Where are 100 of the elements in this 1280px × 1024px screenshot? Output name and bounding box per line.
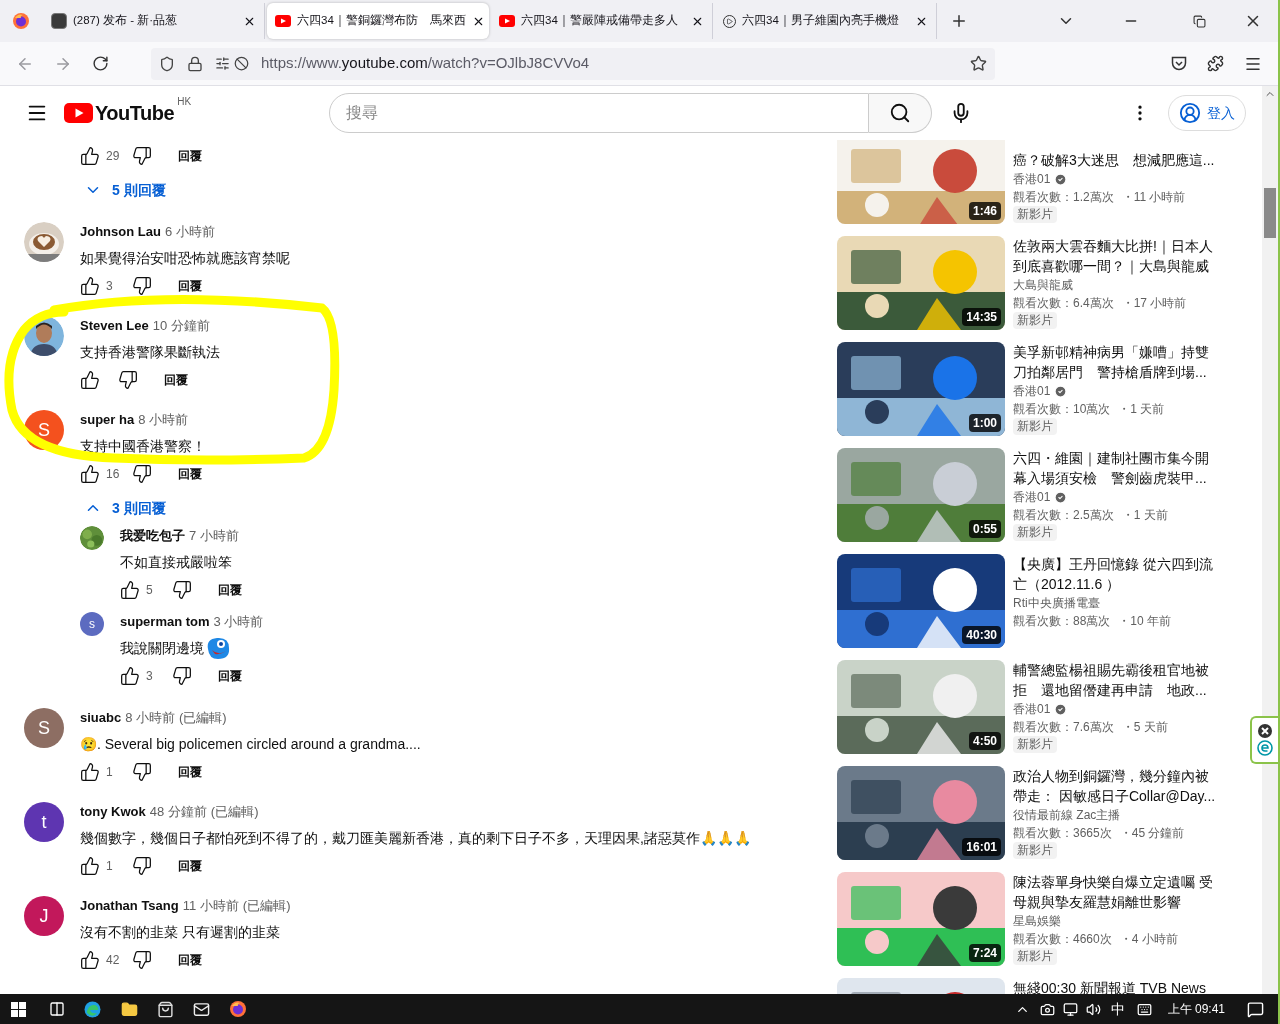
channel-name[interactable]: 星島娛樂: [1013, 912, 1061, 930]
search-field[interactable]: 搜尋: [329, 93, 870, 133]
video-title[interactable]: 刀拍鄰居門 警持槍盾牌到場...: [1013, 362, 1228, 382]
mail-icon[interactable]: [193, 1000, 210, 1018]
channel-name[interactable]: 香港01: [1013, 700, 1051, 718]
comment-time[interactable]: 48 分鐘前: [149, 802, 207, 822]
like-button[interactable]: [78, 854, 102, 878]
browser-tab[interactable]: (287) 发布 - 新·品葱: [43, 3, 265, 39]
comment-time[interactable]: 10 分鐘前: [152, 316, 210, 336]
comment-time[interactable]: 8 小時前: [138, 410, 189, 430]
like-button[interactable]: [78, 368, 102, 392]
close-circle-icon[interactable]: [1258, 724, 1272, 738]
reply-button[interactable]: 回覆: [174, 143, 206, 169]
firefox-logo-icon[interactable]: [229, 1000, 247, 1018]
file-explorer-icon[interactable]: [121, 1000, 138, 1018]
like-button[interactable]: [78, 760, 102, 784]
video-title[interactable]: 拒 還地留僭建再申請 地政...: [1013, 680, 1228, 700]
replies-toggle[interactable]: 5 則回覆: [80, 172, 166, 208]
comment-author[interactable]: siuabc: [80, 708, 122, 728]
restore-icon[interactable]: [1193, 14, 1206, 28]
comment-author[interactable]: superman tom: [120, 612, 210, 632]
comment-author[interactable]: super ha: [80, 410, 135, 430]
video-title[interactable]: 母親與摯友羅慧娟離世影響: [1013, 892, 1228, 912]
channel-name[interactable]: 香港01: [1013, 170, 1051, 188]
video-title[interactable]: 癌？破解3大迷思 想減肥應這...: [1013, 150, 1228, 170]
video-title[interactable]: 輔警總監楊祖賜先霸後租官地被: [1013, 660, 1228, 680]
comment-author[interactable]: 我爱吃包子: [120, 526, 185, 546]
address-bar[interactable]: https://www.youtube.com/watch?v=OJlbJ8CVVo4: [151, 47, 995, 80]
channel-name[interactable]: 大島與龍威: [1013, 276, 1073, 294]
comment-time[interactable]: 6 小時前: [164, 222, 215, 242]
camera-icon[interactable]: [1039, 1001, 1055, 1017]
volume-icon[interactable]: [1085, 1001, 1101, 1017]
blocked-icon[interactable]: [234, 56, 249, 71]
video-title[interactable]: 陳法蓉單身快樂自爆立定遺囑 受: [1013, 872, 1228, 892]
dislike-button[interactable]: [170, 578, 194, 602]
dislike-button[interactable]: [130, 948, 154, 972]
comment-author[interactable]: tony Kwok: [80, 802, 146, 822]
like-button[interactable]: [118, 664, 142, 688]
lock-icon[interactable]: [187, 55, 203, 72]
comment-time[interactable]: 11 小時前: [182, 896, 239, 916]
bookmark-star-icon[interactable]: [970, 55, 987, 72]
reply-button[interactable]: 回覆: [214, 577, 246, 603]
browser-tab[interactable]: 六四34｜警銅鑼灣布防 馬來西: [267, 3, 489, 39]
network-icon[interactable]: [1062, 1001, 1078, 1017]
channel-name[interactable]: Rti中央廣播電臺: [1013, 594, 1100, 612]
dislike-button[interactable]: [130, 760, 154, 784]
comment-author[interactable]: Jonathan Tsang: [80, 896, 179, 916]
dislike-button[interactable]: [170, 664, 194, 688]
comment-time[interactable]: 7 小時前: [189, 526, 239, 546]
dislike-button[interactable]: [116, 368, 140, 392]
video-title[interactable]: 六四・維園｜建制社團市集今開: [1013, 448, 1228, 468]
reload-icon[interactable]: [92, 55, 109, 72]
like-button[interactable]: [118, 578, 142, 602]
notifications-icon[interactable]: [1247, 1000, 1264, 1018]
scrollbar-thumb[interactable]: [1264, 188, 1276, 238]
task-view-icon[interactable]: [49, 1001, 65, 1017]
comment-time[interactable]: 3 小時前: [213, 612, 264, 632]
video-title[interactable]: 帶走： 因敏感日子Collar@Day...: [1013, 786, 1228, 806]
reply-button[interactable]: 回覆: [174, 461, 206, 487]
clock-time[interactable]: 上午 09:41: [1167, 1000, 1225, 1018]
dislike-button[interactable]: [130, 144, 154, 168]
new-tab-icon[interactable]: [950, 12, 968, 30]
reply-button[interactable]: 回覆: [174, 759, 206, 785]
like-button[interactable]: [78, 144, 102, 168]
browser-tab[interactable]: 六四34｜警嚴陣戒備帶走多人: [491, 3, 713, 39]
permissions-icon[interactable]: [215, 56, 230, 71]
reply-button[interactable]: 回覆: [214, 663, 246, 689]
video-title[interactable]: 到底喜歡哪一間？｜大島與龍威: [1013, 256, 1228, 276]
dislike-button[interactable]: [130, 274, 154, 298]
reply-button[interactable]: 回覆: [174, 273, 206, 299]
firefox-logo-icon[interactable]: [12, 12, 30, 30]
video-title[interactable]: 【央廣】王丹回憶錄 從六四到流: [1013, 554, 1228, 574]
dislike-button[interactable]: [130, 462, 154, 486]
reply-button[interactable]: 回覆: [174, 853, 206, 879]
like-button[interactable]: [78, 274, 102, 298]
dislike-button[interactable]: [130, 854, 154, 878]
input-method-label[interactable]: 中: [1110, 998, 1125, 1020]
like-button[interactable]: [78, 462, 102, 486]
reply-button[interactable]: 回覆: [160, 367, 192, 393]
comment-time[interactable]: 8 小時前: [125, 708, 176, 728]
extensions-icon[interactable]: [1207, 55, 1224, 72]
browser-tab[interactable]: 六四34｜男子維園內亮手機燈: [715, 3, 937, 39]
video-title[interactable]: 美孚新邨精神病男「嫌嘈」持雙: [1013, 342, 1228, 362]
video-title[interactable]: 佐敦兩大雲吞麵大比拼!｜日本人: [1013, 236, 1228, 256]
channel-name[interactable]: 香港01: [1013, 488, 1051, 506]
keyboard-icon[interactable]: [1136, 1001, 1152, 1017]
reply-button[interactable]: 回覆: [174, 947, 206, 973]
channel-name[interactable]: 香港01: [1013, 382, 1051, 400]
search-button[interactable]: [869, 93, 933, 133]
video-title[interactable]: 幕入場須安檢 警劍齒虎裝甲...: [1013, 468, 1228, 488]
video-title[interactable]: 政治人物到銅鑼灣，幾分鐘內被: [1013, 766, 1228, 786]
video-title[interactable]: 亡（2012.11.6 ）: [1013, 574, 1228, 594]
comment-author[interactable]: Johnson Lau: [80, 222, 161, 242]
store-icon[interactable]: [157, 1000, 174, 1018]
windows-start-icon[interactable]: [11, 1001, 26, 1017]
channel-name[interactable]: 役情最前線 Zac主播: [1013, 806, 1121, 824]
shield-icon[interactable]: [159, 55, 175, 72]
replies-toggle[interactable]: 3 則回覆: [80, 490, 166, 526]
pocket-icon[interactable]: [1171, 56, 1187, 71]
like-button[interactable]: [78, 948, 102, 972]
